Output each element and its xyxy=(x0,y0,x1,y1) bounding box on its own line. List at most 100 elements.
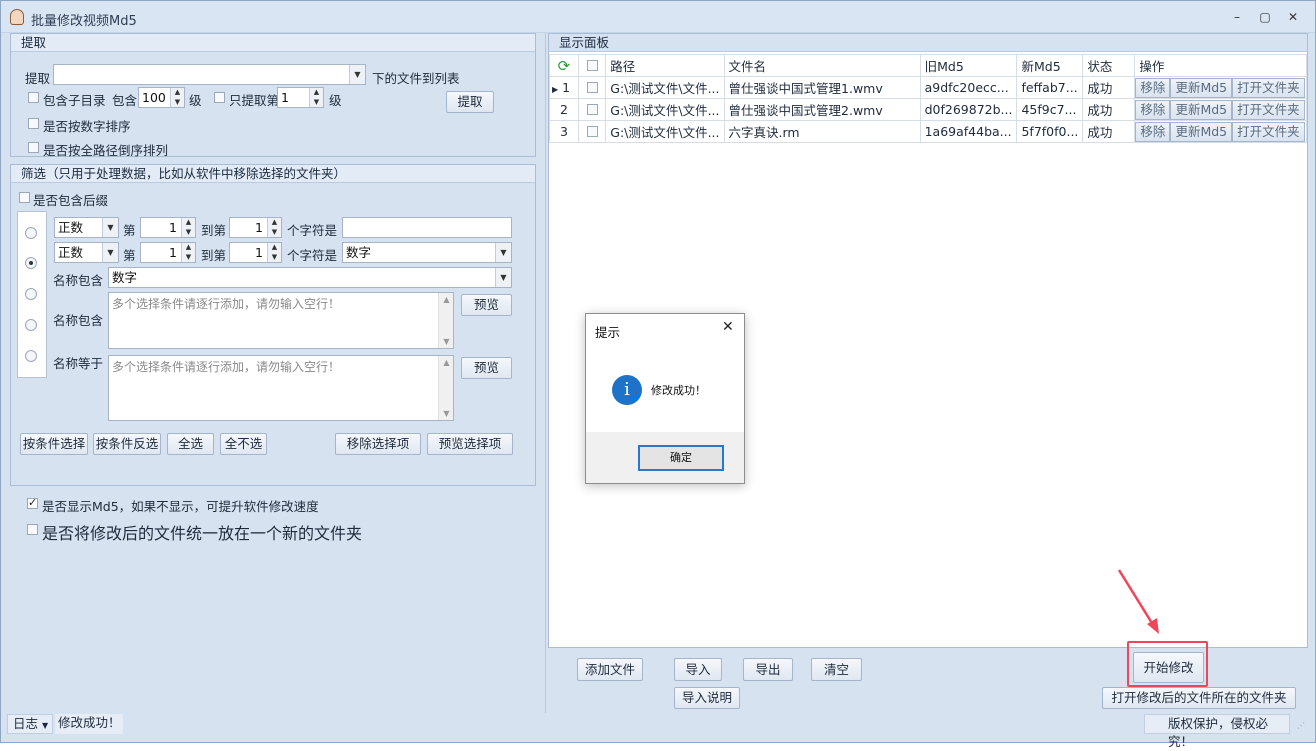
minimize-button[interactable]: – xyxy=(1227,9,1247,25)
open-folder-button[interactable]: 打开文件夹 xyxy=(1232,99,1305,120)
dialog-ok-button[interactable]: 确定 xyxy=(638,445,724,471)
file-table: ⟳ 路径 文件名 旧Md5 新Md5 状态 操作 ▶ 1 G:\测试文件\文件.… xyxy=(549,54,1307,143)
remove-row-button[interactable]: 移除 xyxy=(1135,77,1171,98)
scrollbar[interactable]: ▲ ▼ xyxy=(438,293,453,348)
table-row[interactable]: ▶ 1 G:\测试文件\文件... 曾仕强谈中国式管理1.wmv a9dfc20… xyxy=(549,76,1307,99)
extract-suffix-label: 下的文件到列表 xyxy=(372,71,460,86)
extract-path-combo[interactable]: ▼ xyxy=(53,64,366,85)
row2-char-label: 个字符是 xyxy=(287,248,338,263)
show-md5-checkbox[interactable] xyxy=(27,496,38,509)
row-old-md5: d0f269872b... xyxy=(919,98,1018,121)
filter-header: 筛选（只用于处理数据，比如从软件中移除选择的文件夹） xyxy=(11,165,535,183)
remove-row-button[interactable]: 移除 xyxy=(1135,121,1171,142)
include-sub-label: 包含子目录 xyxy=(43,93,106,108)
radio-option-3[interactable] xyxy=(25,288,37,300)
update-md5-button[interactable]: 更新Md5 xyxy=(1170,121,1233,142)
row-ops: 移除 更新Md5 打开文件夹 xyxy=(1134,76,1307,99)
row2-mode-select[interactable]: 正数 ▼ xyxy=(54,242,119,263)
log-dropdown[interactable]: 日志 ▼ xyxy=(7,714,53,734)
only-level-stepper[interactable]: 1 ▲ ▼ xyxy=(277,87,324,108)
include-suffix-label: 是否包含后缀 xyxy=(33,193,109,208)
name-contains-select[interactable]: 数字 ▼ xyxy=(108,267,512,288)
row2-from-stepper[interactable]: 1 ▲ ▼ xyxy=(140,242,196,263)
extract-button[interactable]: 提取 xyxy=(446,91,494,113)
chevron-down-icon[interactable]: ▼ xyxy=(102,243,118,262)
name-contains2-label: 名称包含 xyxy=(53,313,104,328)
update-md5-button[interactable]: 更新Md5 xyxy=(1170,77,1233,98)
preview-button-1[interactable]: 预览 xyxy=(461,294,512,316)
row-checkbox[interactable] xyxy=(577,120,607,143)
preview-selected-button[interactable]: 预览选择项 xyxy=(427,433,513,455)
table-header-row: ⟳ 路径 文件名 旧Md5 新Md5 状态 操作 xyxy=(549,54,1307,77)
col-filename[interactable]: 文件名 xyxy=(723,54,921,77)
chevron-down-icon[interactable]: ▼ xyxy=(495,268,511,287)
textarea-placeholder: 多个选择条件请逐行添加，请勿输入空行！ xyxy=(112,360,341,374)
row-path: G:\测试文件\文件... xyxy=(605,76,725,99)
splitter[interactable] xyxy=(545,33,546,713)
maximize-button[interactable]: ▢ xyxy=(1255,9,1275,25)
radio-option-1[interactable] xyxy=(25,227,37,239)
row-filename: 曾仕强谈中国式管理1.wmv xyxy=(723,76,921,99)
show-md5-label: 是否显示Md5，如果不显示，可提升软件修改速度 xyxy=(42,499,319,514)
include-sub-checkbox[interactable] xyxy=(28,92,39,103)
row-filename: 六字真诀.rm xyxy=(723,120,921,143)
row2-to-stepper[interactable]: 1 ▲ ▼ xyxy=(229,242,282,263)
col-path[interactable]: 路径 xyxy=(605,54,725,77)
chevron-down-icon[interactable]: ▼ xyxy=(349,65,365,84)
open-output-folder-button[interactable]: 打开修改后的文件所在的文件夹 xyxy=(1102,687,1296,709)
dialog-close-icon[interactable]: ✕ xyxy=(722,319,734,335)
import-button[interactable]: 导入 xyxy=(674,658,722,681)
chevron-down-icon[interactable]: ▼ xyxy=(102,218,118,237)
radio-option-2[interactable] xyxy=(25,257,37,269)
close-button[interactable]: ✕ xyxy=(1283,9,1303,25)
add-file-button[interactable]: 添加文件 xyxy=(577,658,643,681)
radio-option-4[interactable] xyxy=(25,319,37,331)
open-folder-button[interactable]: 打开文件夹 xyxy=(1232,77,1305,98)
chevron-down-icon[interactable]: ▼ xyxy=(495,243,511,262)
resize-grip-icon[interactable]: ⋰ xyxy=(1297,721,1307,731)
row-checkbox[interactable] xyxy=(577,98,607,121)
row1-mode-select[interactable]: 正数 ▼ xyxy=(54,217,119,238)
table-row[interactable]: 2 G:\测试文件\文件... 曾仕强谈中国式管理2.wmv d0f269872… xyxy=(549,98,1307,121)
sort-path-checkbox[interactable] xyxy=(28,142,39,153)
row-status: 成功 xyxy=(1082,76,1136,99)
include-suffix-checkbox[interactable] xyxy=(19,192,30,203)
row1-value-input[interactable] xyxy=(342,217,512,238)
refresh-icon[interactable]: ⟳ xyxy=(549,54,579,77)
radio-option-5[interactable] xyxy=(25,350,37,362)
select-by-condition-button[interactable]: 按条件选择 xyxy=(20,433,88,455)
row-checkbox[interactable] xyxy=(577,76,607,99)
row2-value-select[interactable]: 数字 ▼ xyxy=(342,242,512,263)
col-status[interactable]: 状态 xyxy=(1082,54,1136,77)
name-contains-label: 名称包含 xyxy=(53,273,104,288)
row-new-md5: 45f9c7... xyxy=(1016,98,1084,121)
name-equals-textarea[interactable]: 多个选择条件请逐行添加，请勿输入空行！ ▲ ▼ xyxy=(108,355,454,421)
scrollbar[interactable]: ▲ ▼ xyxy=(438,356,453,420)
sort-num-checkbox[interactable] xyxy=(28,118,39,129)
start-modify-button[interactable]: 开始修改 xyxy=(1133,652,1204,683)
only-extract-checkbox[interactable] xyxy=(214,92,225,103)
level-stepper[interactable]: 100 ▲ ▼ xyxy=(138,87,185,108)
row2-to-label: 到第 xyxy=(201,248,227,263)
remove-selected-button[interactable]: 移除选择项 xyxy=(335,433,421,455)
select-all-checkbox-header[interactable] xyxy=(577,54,607,77)
row2-di-label: 第 xyxy=(123,248,136,263)
update-md5-button[interactable]: 更新Md5 xyxy=(1170,99,1233,120)
col-new-md5[interactable]: 新Md5 xyxy=(1016,54,1084,77)
invert-by-condition-button[interactable]: 按条件反选 xyxy=(93,433,161,455)
select-all-button[interactable]: 全选 xyxy=(167,433,214,455)
open-folder-button[interactable]: 打开文件夹 xyxy=(1232,121,1305,142)
name-contains-textarea[interactable]: 多个选择条件请逐行添加，请勿输入空行！ ▲ ▼ xyxy=(108,292,454,349)
unify-folder-checkbox[interactable] xyxy=(27,524,38,535)
table-row[interactable]: 3 G:\测试文件\文件... 六字真诀.rm 1a69af44ba... 5f… xyxy=(549,120,1307,143)
remove-row-button[interactable]: 移除 xyxy=(1135,99,1171,120)
row1-to-stepper[interactable]: 1 ▲ ▼ xyxy=(229,217,282,238)
import-help-button[interactable]: 导入说明 xyxy=(674,687,740,709)
export-button[interactable]: 导出 xyxy=(743,658,793,681)
row-old-md5: 1a69af44ba... xyxy=(919,120,1018,143)
preview-button-2[interactable]: 预览 xyxy=(461,357,512,379)
row1-from-stepper[interactable]: 1 ▲ ▼ xyxy=(140,217,196,238)
col-old-md5[interactable]: 旧Md5 xyxy=(919,54,1018,77)
select-none-button[interactable]: 全不选 xyxy=(220,433,267,455)
clear-button[interactable]: 清空 xyxy=(811,658,862,681)
